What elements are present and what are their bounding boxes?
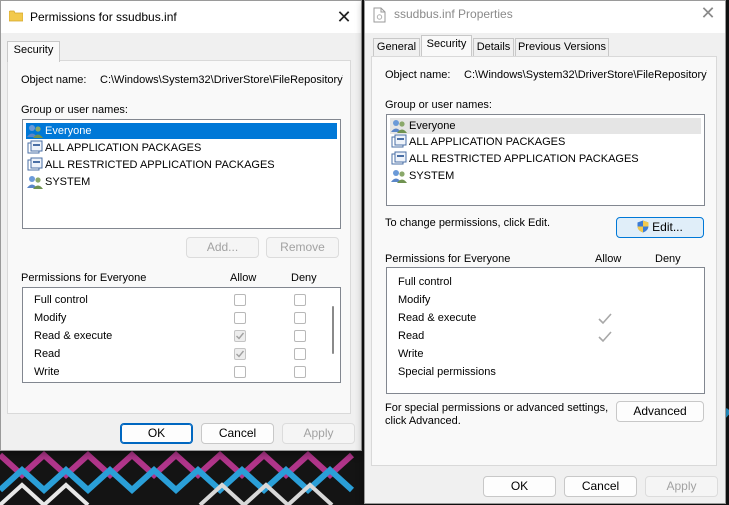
package-icon [391,134,407,150]
permission-name: Full control [398,276,452,288]
group-names-list[interactable]: Everyone ALL APPLICATION PACKAGES ALL RE… [386,114,705,206]
permissions-dialog-titlebar: Permissions for ssudbus.inf ✕ [1,1,361,33]
folder-icon [8,10,24,22]
list-item-everyone[interactable]: Everyone [390,118,701,134]
users-icon [391,168,407,184]
deny-checkbox[interactable] [294,330,306,342]
permissions-list: Full control Modify Read & execute Read … [386,267,705,394]
tab-security[interactable]: Security [7,41,60,62]
close-icon[interactable]: ✕ [327,1,361,33]
allow-header: Allow [230,272,257,284]
properties-dialog-titlebar: ssudbus.inf Properties ✕ [365,1,725,33]
close-icon[interactable]: ✕ [691,0,725,29]
object-name-label: Object name: [385,69,451,81]
apply-button[interactable]: Apply [645,476,718,497]
allow-checkbox[interactable] [234,366,246,378]
permissions-for-label: Permissions for Everyone [21,272,147,284]
permission-name: Write [398,348,424,360]
tab-general[interactable]: General [373,38,420,57]
object-name-label: Object name: [21,74,87,86]
tab-previous-versions[interactable]: Previous Versions [515,38,609,57]
permission-name: Special permissions [398,366,496,378]
users-icon [27,123,43,139]
list-item-all-restricted-application-packages[interactable]: ALL RESTRICTED APPLICATION PACKAGES [390,151,701,167]
list-item-all-restricted-application-packages[interactable]: ALL RESTRICTED APPLICATION PACKAGES [26,157,337,173]
file-icon [373,7,386,23]
list-item-system[interactable]: SYSTEM [390,168,701,184]
permission-name: Modify [398,294,431,306]
allow-checkbox[interactable] [234,294,246,306]
object-name-value: C:\Windows\System32\DriverStore\FileRepo… [464,69,707,81]
properties-dialog: ssudbus.inf Properties ✕ General Securit… [364,0,726,504]
group-name-label: ALL APPLICATION PACKAGES [409,136,566,148]
list-item-everyone[interactable]: Everyone [26,123,337,139]
permission-name: Read & execute [398,312,477,324]
permission-name: Read [34,348,61,360]
deny-checkbox[interactable] [294,294,306,306]
group-names-label: Group or user names: [21,104,128,116]
group-name-label: ALL RESTRICTED APPLICATION PACKAGES [409,153,639,165]
remove-button[interactable]: Remove [266,237,339,258]
cancel-button[interactable]: Cancel [201,423,274,444]
group-name-label: SYSTEM [45,176,91,188]
deny-checkbox[interactable] [294,348,306,360]
ok-button[interactable]: OK [120,423,193,444]
deny-header: Deny [291,272,317,284]
list-item-all-application-packages[interactable]: ALL APPLICATION PACKAGES [26,140,337,156]
ok-button[interactable]: OK [483,476,556,497]
uac-shield-icon [637,220,649,233]
group-name-label: SYSTEM [409,170,455,182]
permission-name: Read [398,330,425,342]
list-item-system[interactable]: SYSTEM [26,174,337,190]
permissions-list: Full control Modify Read & execute Read … [22,287,341,383]
group-name-label: Everyone [45,125,92,137]
permissions-scrollbar[interactable] [328,290,338,380]
group-name-label: ALL RESTRICTED APPLICATION PACKAGES [45,159,275,171]
group-name-label: Everyone [409,120,456,132]
group-name-label: ALL APPLICATION PACKAGES [45,142,202,154]
allow-checkbox[interactable] [234,382,246,383]
package-icon [27,140,43,156]
permission-name: Read & execute [34,330,113,342]
cancel-button[interactable]: Cancel [564,476,637,497]
object-name-value: C:\Windows\System32\DriverStore\FileRepo… [100,74,343,86]
check-icon [236,350,245,358]
properties-dialog-title: ssudbus.inf Properties [394,7,513,21]
apply-button[interactable]: Apply [282,423,355,444]
permission-name: Modify [34,312,67,324]
tab-details[interactable]: Details [473,38,514,57]
list-item-all-application-packages[interactable]: ALL APPLICATION PACKAGES [390,134,701,150]
package-icon [27,157,43,173]
allow-check-icon [597,312,613,326]
deny-header: Deny [655,253,681,265]
allow-checkbox-checked[interactable] [234,348,246,360]
allow-checkbox-checked[interactable] [234,330,246,342]
permissions-dialog-title: Permissions for ssudbus.inf [30,10,177,24]
allow-check-icon [597,330,613,344]
add-button[interactable]: Add... [186,237,259,258]
special-permissions-text-2: click Advanced. [385,415,461,427]
tab-security[interactable]: Security [421,35,472,56]
package-icon [391,151,407,167]
deny-checkbox[interactable] [294,312,306,324]
deny-checkbox[interactable] [294,366,306,378]
permission-name: Write [34,366,60,378]
allow-header: Allow [595,253,622,265]
check-icon [236,332,245,340]
users-icon [27,174,43,190]
edit-button-label: Edit... [652,220,683,234]
advanced-button[interactable]: Advanced [616,401,704,422]
group-names-list[interactable]: Everyone ALL APPLICATION PACKAGES ALL RE… [22,119,341,229]
edit-button[interactable]: Edit... [616,217,704,238]
scrollbar-thumb[interactable] [332,306,334,354]
permission-name: Full control [34,294,88,306]
permissions-dialog: Permissions for ssudbus.inf ✕ Security O… [0,0,362,451]
special-permissions-text: For special permissions or advanced sett… [385,402,609,414]
allow-checkbox[interactable] [234,312,246,324]
deny-checkbox[interactable] [294,382,306,383]
permissions-for-label: Permissions for Everyone [385,253,511,265]
users-icon [391,118,407,134]
change-permissions-text: To change permissions, click Edit. [385,217,551,229]
group-names-label: Group or user names: [385,99,492,111]
